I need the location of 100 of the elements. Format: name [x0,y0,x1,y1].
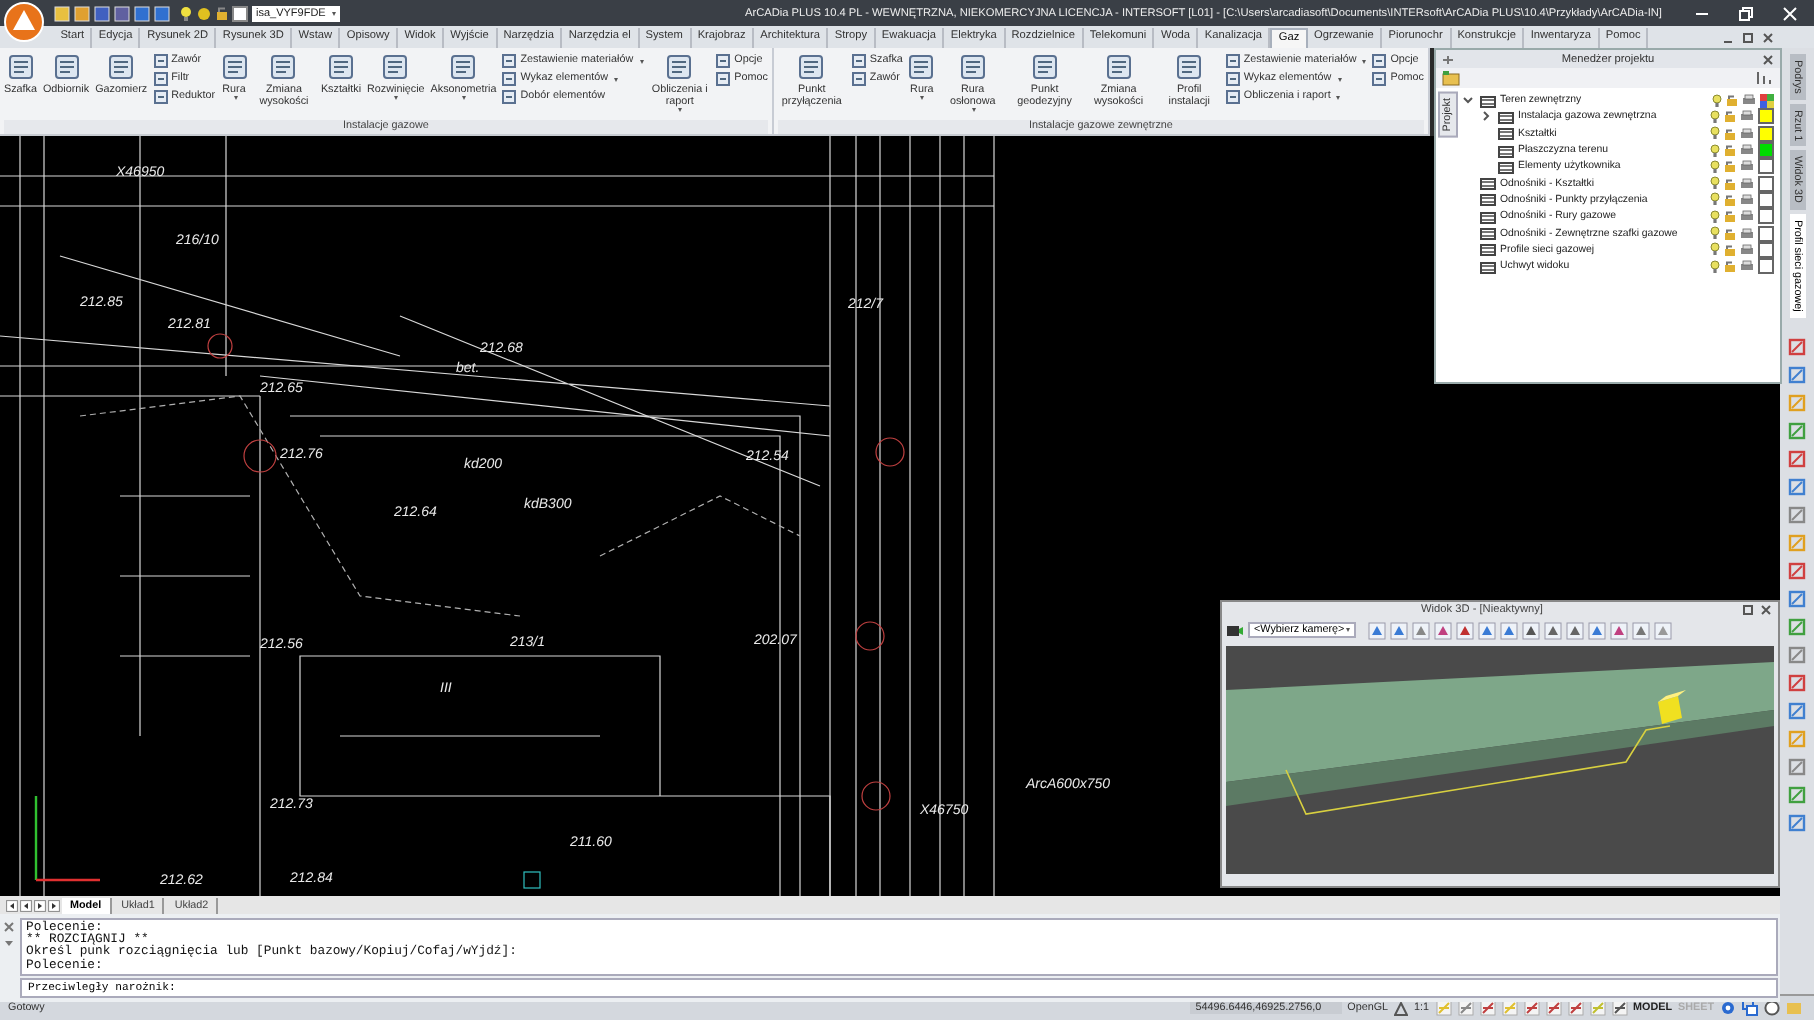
ribbon-tool-icon [1176,54,1203,80]
dropdown-caret-icon [233,96,237,100]
toolbar-icon[interactable] [1522,621,1541,639]
bulb-icon[interactable] [1710,259,1720,274]
ribbon-tool-icon [502,72,517,86]
layer-color-swatch[interactable] [1758,108,1774,125]
layer-color-swatch[interactable] [1758,125,1774,142]
ribbon-tool-icon [798,54,825,80]
restore-icon[interactable] [1738,5,1754,21]
dropdown-caret-icon [1346,628,1351,632]
bulb-icon[interactable] [1710,242,1720,257]
bulb-icon[interactable] [1710,126,1720,141]
lock-icon[interactable] [1724,160,1736,173]
ribbon-tool-icon [851,54,866,68]
restore-icon[interactable] [1742,604,1754,616]
layer-color-swatch[interactable] [1758,225,1774,242]
toolbar-icon[interactable] [1456,621,1475,639]
ribbon-tool-icon [450,54,477,80]
ribbon-tool-icon [153,90,168,104]
gear-icon[interactable] [1720,1000,1736,1016]
ribbon-tool-icon [1225,90,1240,104]
toolbar-icon[interactable] [1412,621,1431,639]
ribbon-tool-icon [1372,72,1387,86]
tab-navigation-icon[interactable] [48,899,60,911]
sun-icon[interactable] [196,5,212,21]
camera-icon[interactable] [1226,622,1244,638]
lock-icon[interactable] [1724,227,1736,240]
chevron-right-icon[interactable] [1480,110,1492,123]
dropdown-caret-icon [1362,59,1367,63]
toolbar-icon[interactable] [1478,621,1497,639]
bulb-icon[interactable] [1710,143,1720,158]
toolbar-icon[interactable] [1610,621,1629,639]
bulb-icon[interactable] [1710,192,1720,207]
toolbar-icon[interactable] [1500,621,1519,639]
lock-icon[interactable] [1724,127,1736,140]
checkbox[interactable] [232,5,248,21]
lock-icon[interactable] [1724,110,1736,123]
lock-icon[interactable] [1724,260,1736,273]
ribbon-tool-icon [327,54,354,80]
ribbon-tool-icon [1031,54,1058,80]
ribbon-tool-icon [716,54,731,68]
lock-icon[interactable] [1724,177,1736,190]
layer-color-swatch[interactable] [1758,175,1774,192]
color-palette-icon[interactable] [1760,93,1774,108]
chevron-down-icon[interactable] [1462,94,1474,107]
toolbar-icon[interactable] [1566,621,1585,639]
layer-color-swatch[interactable] [1758,142,1774,159]
bulb-icon[interactable] [1710,176,1720,191]
lock-icon[interactable] [216,6,228,20]
lock-icon[interactable] [1724,243,1736,256]
annotation-scale-icon[interactable] [1394,1001,1409,1015]
toolbar-icon[interactable] [1632,621,1651,639]
layer-color-swatch[interactable] [1758,208,1774,225]
dropdown-caret-icon [1337,77,1342,81]
toolbar-icon[interactable] [1434,621,1453,639]
close-icon[interactable] [1762,31,1774,43]
sort-icon[interactable] [1754,70,1774,86]
dropdown-caret-icon [462,96,467,100]
lock-icon[interactable] [1724,144,1736,157]
lock-icon[interactable] [1726,94,1738,107]
toolbar-icon[interactable] [1788,477,1806,496]
toolbar-icon[interactable] [1390,621,1409,639]
toolbar-icon[interactable] [1788,365,1806,384]
dropdown-caret-icon [920,96,925,100]
ribbon-tool-icon [1225,54,1240,68]
ribbon-tool-icon [1225,72,1240,86]
toolbar-icon[interactable] [1788,673,1806,692]
toolbar-icon[interactable] [1788,449,1806,468]
tab-navigation-icon[interactable] [20,899,32,911]
bulb-icon[interactable] [1710,109,1720,124]
lock-icon[interactable] [1724,193,1736,206]
ribbon-tool-icon [270,54,297,80]
bulb-icon[interactable] [1712,93,1722,108]
toolbar-icon[interactable] [1788,813,1806,832]
toolbar-icon[interactable] [1588,621,1607,639]
toolbar-icon[interactable] [1544,621,1563,639]
new-folder-icon[interactable] [1442,70,1460,86]
dropdown-caret-icon [1336,95,1341,99]
restore-icon[interactable] [1742,31,1754,43]
bulb-icon[interactable] [180,5,192,21]
close-icon[interactable] [1760,604,1772,616]
caret-icon[interactable] [4,938,14,948]
ribbon-tool-icon [221,54,247,80]
tab-navigation-icon[interactable] [6,899,18,911]
tab-navigation-icon[interactable] [34,899,46,911]
windows-icon[interactable] [1742,1000,1758,1016]
bulb-icon[interactable] [1710,159,1720,174]
toolbar-icon[interactable] [1788,337,1806,356]
toolbar-icon[interactable] [1788,561,1806,580]
lock-icon[interactable] [1724,210,1736,223]
ribbon-tool-icon [153,72,168,86]
toolbar-icon[interactable] [1788,589,1806,608]
toolbar-icon[interactable] [1788,701,1806,720]
bulb-icon[interactable] [1710,226,1720,241]
layer-color-swatch[interactable] [1758,158,1774,175]
toolbar-icon[interactable] [1368,621,1387,639]
bulb-icon[interactable] [1710,209,1720,224]
pin-icon[interactable] [1442,53,1454,65]
close-icon[interactable] [1762,53,1774,65]
layer-color-swatch[interactable] [1758,258,1774,275]
